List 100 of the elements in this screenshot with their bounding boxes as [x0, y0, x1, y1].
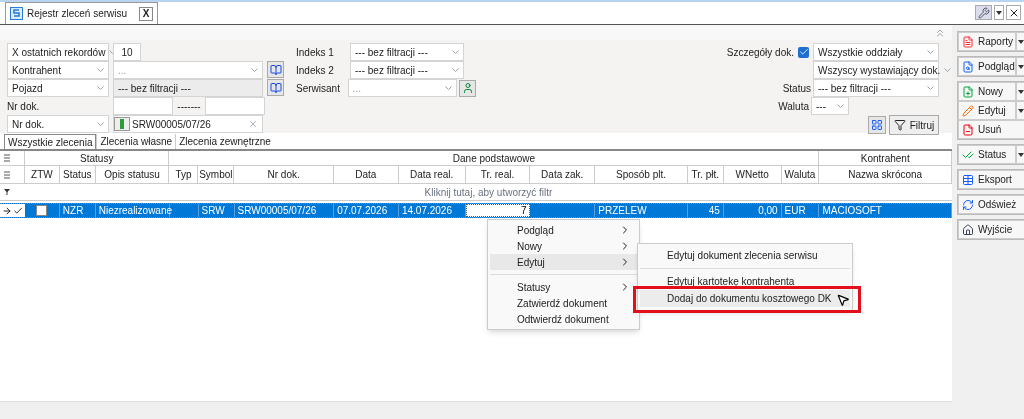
details-checkbox[interactable] [798, 46, 809, 58]
field-label: Nr dok. [7, 99, 41, 114]
app-icon [10, 7, 23, 20]
table-cell: Niezrealizowane [95, 204, 170, 217]
filter-select[interactable]: Wszystkie oddziały [813, 43, 939, 61]
column-header[interactable]: Opis statusu [95, 166, 170, 183]
tab-close-button[interactable]: X [139, 6, 154, 21]
current-row-icon [2, 205, 12, 216]
check-icon [13, 205, 23, 216]
tab-title: Rejestr zleceń serwisu [27, 7, 128, 21]
document-tab[interactable]: Rejestr zleceń serwisu X [5, 2, 159, 24]
mouse-cursor-icon [836, 293, 850, 307]
filter-select[interactable]: --- bez filtracji --- [350, 43, 464, 61]
table-cell: PRZELEW [595, 204, 688, 217]
funnel-icon [893, 119, 906, 131]
search-field[interactable]: SRW00005/07/26 [113, 115, 263, 133]
table-cell: 0,00 [723, 204, 782, 217]
field-label: Szczegóły dok. [726, 45, 794, 60]
dropdown-arrow-icon [1018, 108, 1024, 113]
column-header[interactable]: Tr. real. [465, 166, 531, 183]
action-button[interactable]: Eksport [958, 170, 1024, 189]
dropdown-button[interactable] [1015, 145, 1024, 164]
field-label: Indeks 2 [296, 63, 335, 78]
book-icon-button[interactable] [267, 79, 284, 96]
filter-select[interactable]: Kontrahent [7, 61, 109, 79]
column-header[interactable]: Typ [169, 166, 199, 183]
list-tab[interactable]: Zlecenia własne [96, 134, 176, 149]
table-cell: 7 [465, 204, 531, 217]
chevron-down-icon [445, 86, 452, 90]
menu-item[interactable]: Nowy [490, 238, 637, 254]
list-tab[interactable]: Wszystkie zlecenia [4, 134, 97, 149]
column-header[interactable]: ZTW [24, 166, 60, 183]
menu-item[interactable]: Odtwierdź dokument [490, 311, 637, 327]
menu-item[interactable]: Statusy [490, 279, 637, 295]
table-row[interactable]: NZR Niezrealizowane SRW SRW00005/07/26 07.07.2026 14.07.2026 7 PRZELEW 45 0,00 EUR MACIOSOFT [0, 203, 952, 218]
action-button[interactable]: Podgląd [958, 57, 1016, 76]
filter-select[interactable]: --- bez filtracji --- [350, 61, 464, 79]
action-button[interactable]: Raporty [958, 32, 1016, 51]
range-to-input[interactable] [205, 97, 265, 115]
tools-button[interactable] [975, 5, 992, 20]
dropdown-button[interactable] [1015, 101, 1024, 120]
filter-button[interactable]: Filtruj [889, 115, 939, 135]
table-icon [962, 173, 974, 186]
table-cell: NZR [59, 204, 96, 217]
book-icon [269, 81, 282, 94]
column-header[interactable]: Symbol [198, 166, 235, 183]
action-button[interactable]: Status [958, 145, 1016, 164]
layout-button[interactable] [868, 116, 886, 134]
column-header[interactable]: WNetto [723, 166, 782, 183]
table-cell: 45 [687, 204, 724, 217]
list-tab[interactable]: Zlecenia zewnętrzne [175, 134, 274, 149]
range-from-input[interactable] [113, 97, 173, 115]
column-header[interactable]: Nr dok. [234, 166, 334, 183]
document-search-icon [962, 60, 974, 73]
column-header[interactable]: Tr. płt. [687, 166, 724, 183]
book-icon-button[interactable] [267, 61, 284, 78]
menu-item[interactable]: Edytuj [490, 254, 637, 270]
delete-document-icon [962, 123, 974, 136]
action-button[interactable]: Odśwież [958, 195, 1024, 214]
column-header[interactable]: Sposób plt. [595, 166, 688, 183]
column-header[interactable]: Status [59, 166, 96, 183]
grid-icon [871, 119, 883, 131]
field-label: Status [782, 81, 811, 96]
column-header[interactable]: Waluta [781, 166, 820, 183]
new-document-icon [962, 85, 974, 98]
filter-select[interactable]: --- [811, 97, 849, 115]
menu-item[interactable]: Dodaj do dokumentu kosztowego DK [640, 290, 850, 307]
field-label: Indeks 1 [296, 45, 335, 60]
menu-item[interactable]: Edytuj dokument zlecenia serwisu [640, 247, 850, 264]
column-header[interactable]: Data [333, 166, 399, 183]
filter-select[interactable]: --- bez filtracji --- [813, 79, 939, 97]
close-button[interactable] [1006, 5, 1021, 20]
collapse-icon[interactable] [934, 27, 946, 39]
action-button[interactable]: Nowy [958, 82, 1016, 101]
ztw-checkbox[interactable] [36, 205, 48, 216]
dropdown-button[interactable] [1015, 32, 1024, 51]
menu-item[interactable]: Podgląd [490, 222, 637, 238]
person-icon-button[interactable] [459, 79, 476, 97]
menu-item[interactable]: Zatwierdź dokument [490, 295, 637, 311]
dropdown-button[interactable] [1015, 82, 1024, 101]
menu-item[interactable]: Edytuj kartotekę kontrahenta [640, 273, 850, 290]
action-button[interactable]: Usuń [958, 120, 1024, 139]
table-cell: 14.07.2026 [398, 204, 466, 217]
chevron-down-icon [97, 122, 104, 126]
filter-select[interactable]: Nr dok. [7, 115, 109, 133]
dropdown-button[interactable] [1015, 57, 1024, 76]
column-header[interactable]: Data real. [398, 166, 466, 183]
table-cell: EUR [781, 204, 820, 217]
filter-icon[interactable] [4, 189, 10, 195]
action-button[interactable]: Wyjście [958, 220, 1024, 239]
action-button[interactable]: Edytuj [958, 101, 1016, 120]
refresh-icon [962, 198, 974, 211]
dropdown-button[interactable] [994, 5, 1004, 20]
readonly-field[interactable]: --- bez filtracji --- [113, 79, 263, 97]
column-header[interactable]: Data zak. [530, 166, 596, 183]
filter-row-hint[interactable]: Kliknij tutaj, aby utworzyć filtr [25, 184, 952, 200]
chevron-down-icon [97, 68, 104, 72]
count-input[interactable]: 10 [113, 43, 141, 61]
dropdown-arrow-icon [1018, 152, 1024, 157]
filter-select[interactable]: Pojazd [7, 79, 109, 97]
